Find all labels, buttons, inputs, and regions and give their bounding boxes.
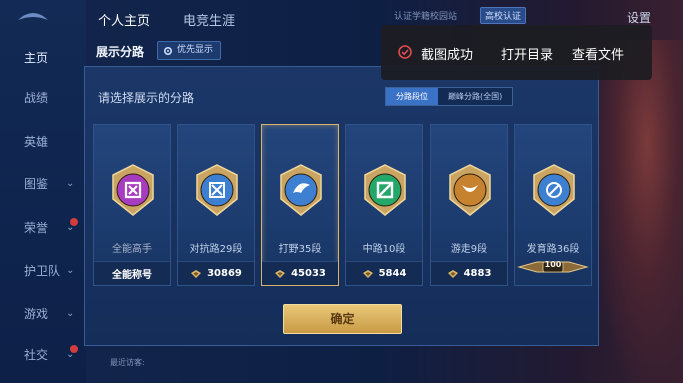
- sidebar-item[interactable]: 游戏 ⌄: [0, 294, 86, 334]
- lane-card-name: 中路10段: [362, 244, 406, 255]
- chevron-down-icon: ⌄: [66, 349, 75, 360]
- chevron-down-icon: ⌄: [66, 178, 75, 189]
- mid-lane-emblem-icon: [364, 164, 406, 216]
- lane-mode-switch: 分路段位 巅峰分路(全国): [385, 87, 514, 106]
- priority-display-label: 优先显示: [177, 45, 214, 55]
- all-round-emblem-icon: [112, 164, 154, 216]
- screenshot-toast: 截图成功 打开目录 查看文件: [381, 25, 652, 80]
- score-icon: [362, 269, 373, 278]
- lane-card-name: 打野35段: [278, 244, 322, 255]
- gear-icon: [163, 46, 173, 55]
- lane-select-dialog: 请选择展示的分路 分路段位 巅峰分路(全国) 全能高手 全能称号 对抗路29段 308…: [84, 66, 599, 346]
- lane-card-footer: 4883: [431, 261, 507, 285]
- level-badge: 100: [517, 259, 589, 273]
- sidebar-item-label: 主页: [24, 51, 49, 65]
- tab-profile[interactable]: 个人主页: [98, 10, 150, 29]
- lane-card-name: 对抗路29段: [189, 244, 243, 255]
- sidebar-item[interactable]: 主页: [0, 38, 86, 78]
- lane-card-score: 30869: [207, 268, 242, 279]
- sidebar-item-label: 荣誉: [24, 221, 49, 235]
- lane-card[interactable]: 对抗路29段 30869: [177, 124, 255, 286]
- lane-card[interactable]: 游走9段 4883: [430, 124, 508, 286]
- sidebar-item[interactable]: 英雄: [0, 122, 86, 162]
- sidebar-item[interactable]: 护卫队 ⌄: [0, 251, 86, 291]
- lane-card-name: 游走9段: [450, 244, 488, 255]
- lane-card[interactable]: 打野35段 45033: [261, 124, 339, 286]
- lane-card-score: 45033: [291, 268, 326, 279]
- confirm-button[interactable]: 确定: [283, 304, 402, 334]
- campus-note: 认证学籍校园站: [394, 12, 458, 22]
- farm-lane-emblem-icon: [533, 164, 575, 216]
- chevron-down-icon: ⌄: [66, 265, 75, 276]
- lane-card-name: 发育路36段: [526, 244, 580, 255]
- level-badge-text: 100: [544, 260, 562, 269]
- tab-esports[interactable]: 电竞生涯: [183, 10, 235, 29]
- lane-card[interactable]: 发育路36段 100: [514, 124, 592, 286]
- sidebar-item[interactable]: 社交 ⌄: [0, 335, 86, 375]
- score-icon: [275, 269, 286, 278]
- segment-lane-rank[interactable]: 分路段位: [386, 88, 438, 105]
- recent-visitors: 最近访客:: [110, 358, 145, 367]
- dialog-prompt: 请选择展示的分路: [98, 91, 195, 105]
- lane-card-footer: 45033: [262, 261, 338, 285]
- lane-card-score: 全能称号: [112, 270, 152, 281]
- campus-badge[interactable]: 高校认证: [480, 7, 527, 24]
- dialog-title: 展示分路: [96, 45, 145, 59]
- lane-card-footer: 全能称号: [94, 261, 170, 285]
- notification-dot: [70, 345, 78, 353]
- hero-portrait: [593, 40, 683, 383]
- chevron-down-icon: ⌄: [66, 222, 75, 233]
- check-circle-icon: [398, 45, 412, 59]
- lane-card[interactable]: 中路10段 5844: [345, 124, 423, 286]
- toast-message: 截图成功: [421, 48, 474, 63]
- lane-card-footer: 30869: [178, 261, 254, 285]
- chevron-down-icon: ⌄: [66, 308, 75, 319]
- sidebar-item-label: 图鉴: [24, 177, 49, 191]
- score-icon: [447, 269, 458, 278]
- lane-card-list: 全能高手 全能称号 对抗路29段 30869 打野35段 45033 中路10段 5844 游走…: [93, 124, 593, 286]
- sidebar-item-label: 社交: [24, 348, 49, 362]
- score-icon: [191, 269, 202, 278]
- roam-emblem-icon: [449, 164, 491, 216]
- view-file-link[interactable]: 查看文件: [572, 44, 624, 63]
- dialog-header: 展示分路 优先显示: [84, 38, 384, 64]
- sidebar-item-label: 游戏: [24, 307, 49, 321]
- clash-lane-emblem-icon: [196, 164, 238, 216]
- sidebar-item[interactable]: 图鉴 ⌄: [0, 164, 86, 204]
- lane-card-score: 4883: [463, 268, 492, 279]
- notification-dot: [70, 218, 78, 226]
- lane-card-score: 5844: [378, 268, 407, 279]
- segment-peak-lane[interactable]: 巅峰分路(全国): [438, 88, 513, 105]
- lane-card-footer: 5844: [346, 261, 422, 285]
- sidebar-item-label: 护卫队: [24, 264, 61, 278]
- game-logo-icon: [18, 13, 48, 20]
- lane-card[interactable]: 全能高手 全能称号: [93, 124, 171, 286]
- priority-display-button[interactable]: 优先显示: [157, 41, 222, 60]
- lane-card-name: 全能高手: [112, 244, 152, 255]
- open-directory-link[interactable]: 打开目录: [501, 44, 553, 63]
- sidebar-item[interactable]: 荣誉 ⌄: [0, 208, 86, 248]
- sidebar-item-label: 英雄: [24, 135, 49, 149]
- sidebar-item-label: 战绩: [24, 91, 49, 105]
- jungle-emblem-icon: [280, 164, 322, 216]
- settings-link[interactable]: 设置: [627, 9, 651, 26]
- sidebar-item[interactable]: 战绩: [0, 78, 86, 118]
